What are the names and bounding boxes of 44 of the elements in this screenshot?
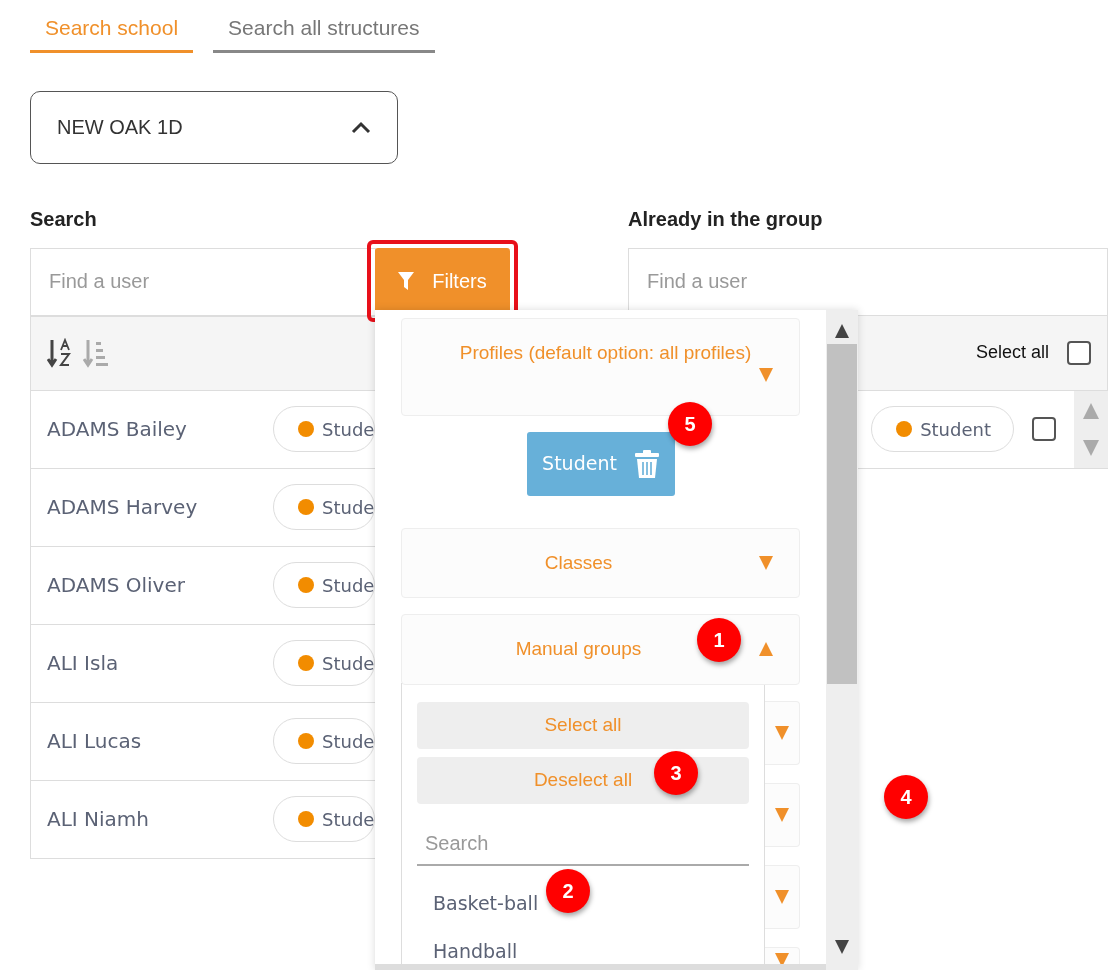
- tab[interactable]: Search all structures: [213, 12, 435, 53]
- group-option[interactable]: Handball: [433, 937, 518, 966]
- user-name: ADAMS Bailey: [47, 416, 188, 443]
- group-option[interactable]: Basket-ball: [433, 889, 539, 918]
- select-all-label: Select all: [975, 341, 1049, 364]
- accordion-section[interactable]: Profiles (default option: all profiles): [401, 318, 800, 416]
- user-name: ADAMS Harvey: [47, 494, 199, 521]
- step-marker: 4: [884, 775, 928, 819]
- collapse-triangle-icon: [835, 324, 849, 338]
- accordion-section[interactable]: Classes: [401, 527, 800, 598]
- checkbox[interactable]: [1067, 340, 1091, 365]
- accordion-section[interactable]: [765, 782, 800, 847]
- user-name: ALI Niamh: [47, 806, 150, 833]
- tab[interactable]: Search school: [30, 12, 194, 53]
- profile-chip[interactable]: Student: [526, 431, 675, 496]
- sort-amount-icon: [83, 338, 109, 368]
- status-dot: [298, 811, 314, 827]
- expand-triangle-icon: [1083, 439, 1099, 456]
- scrollbar[interactable]: [826, 310, 858, 970]
- user-name: ALI Lucas: [47, 728, 143, 755]
- status-dot: [298, 733, 314, 749]
- scrollbar[interactable]: [1074, 390, 1108, 468]
- user-name: ADAMS Oliver: [47, 572, 186, 599]
- accordion-section[interactable]: [765, 864, 800, 929]
- user-name: ALI Isla: [47, 650, 120, 677]
- section-title: Search: [30, 206, 98, 232]
- status-dot: [298, 577, 314, 593]
- trash-icon: [634, 449, 659, 478]
- sort-alphabetical-icon: [47, 338, 73, 368]
- status-dot: [298, 499, 314, 515]
- status-dot: [298, 421, 314, 437]
- checkbox[interactable]: [1032, 417, 1056, 441]
- status-dot: [298, 655, 314, 671]
- status-dot: [896, 421, 913, 437]
- funnel-icon: [398, 272, 415, 290]
- accordion-section[interactable]: [765, 700, 800, 765]
- section-label: Classes: [543, 550, 614, 575]
- section-title: Already in the group: [628, 206, 824, 232]
- select-all-button[interactable]: Select all: [417, 701, 749, 749]
- section-label: Profiles (default option: all profiles): [458, 341, 753, 365]
- collapse-triangle-icon: [1083, 402, 1099, 419]
- expand-triangle-icon: [835, 940, 849, 954]
- school-select[interactable]: NEW OAK 1D: [30, 90, 398, 164]
- section-label: Manual groups: [514, 637, 643, 661]
